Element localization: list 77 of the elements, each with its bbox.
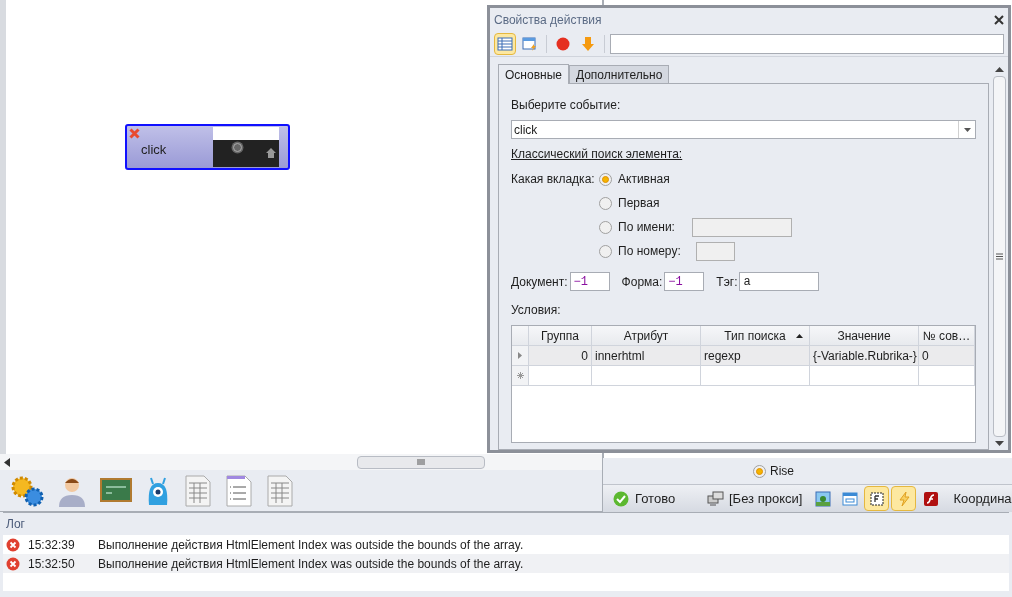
dialog-title: Свойства действия — [494, 11, 602, 29]
table-document-icon[interactable] — [266, 474, 294, 507]
table-cell: regexp — [701, 346, 810, 365]
window-lightning-icon — [522, 35, 538, 52]
row-pointer-icon — [518, 352, 522, 359]
status-toggle[interactable] — [891, 486, 917, 511]
node-label: click — [141, 141, 167, 159]
table-cell: 0 — [919, 346, 975, 365]
arrow-down-icon — [580, 35, 596, 52]
radio-button[interactable] — [599, 244, 612, 258]
tab[interactable]: Дополнительно — [568, 65, 670, 83]
toolbar-input-field[interactable] — [610, 33, 1004, 54]
close-icon[interactable] — [994, 14, 1004, 25]
asterisk-icon — [516, 372, 524, 379]
check-icon — [613, 490, 629, 507]
home-icon — [265, 147, 277, 159]
radio-button[interactable] — [599, 196, 612, 210]
column-header[interactable]: Тип поиска — [701, 326, 810, 345]
column-header[interactable]: Значение — [810, 326, 919, 345]
window-icon — [841, 490, 858, 507]
scroll-down-arrow-icon[interactable] — [995, 441, 1004, 446]
radio-label: Первая — [618, 195, 660, 212]
radio-button[interactable] — [599, 220, 612, 234]
error-icon — [6, 556, 20, 571]
record-icon — [555, 35, 571, 52]
section-title: Классический поиск элемента: — [511, 146, 684, 163]
list-document-icon[interactable] — [225, 474, 253, 507]
radio-button[interactable] — [753, 464, 766, 478]
table-icon — [497, 35, 513, 52]
caret-icon — [963, 127, 971, 132]
log-message: Выполнение действия HtmlElement Index was outside the bounds of the array. — [98, 536, 524, 554]
field-label: Форма: — [621, 273, 663, 291]
column-header[interactable]: Группа — [529, 326, 592, 345]
field-label: Выберите событие: — [511, 97, 622, 114]
radio-label: Активная — [618, 171, 670, 188]
picture-icon — [814, 490, 831, 507]
proxy-status: [Без прокси] — [729, 489, 803, 508]
grip-icon — [417, 459, 425, 465]
table-cell: innerhtml — [592, 346, 701, 365]
status-toggle[interactable] — [864, 486, 890, 511]
log-title: Лог — [6, 516, 25, 533]
field-label: Какая вкладка: — [511, 171, 596, 188]
coordinates-label: Координа — [953, 489, 1012, 508]
action-node[interactable]: click — [125, 124, 290, 170]
input-field[interactable]: −1 — [664, 272, 705, 291]
tab[interactable]: Основные — [498, 64, 569, 84]
status-text: Готово — [635, 489, 677, 508]
radio-label: Rise — [770, 463, 794, 480]
circle-logo-icon — [231, 141, 244, 154]
column-header[interactable]: Атрибут — [592, 326, 701, 345]
scroll-left-arrow-icon[interactable] — [4, 457, 10, 467]
radio-label: По номеру: — [618, 243, 682, 260]
table-document-icon[interactable] — [184, 474, 212, 507]
log-time: 15:32:50 — [28, 555, 76, 573]
computers-icon — [707, 490, 725, 507]
column-header[interactable]: № сов… — [919, 326, 975, 345]
flash-player-icon — [922, 490, 939, 507]
grip-icon — [996, 253, 1003, 260]
radio-button[interactable] — [599, 172, 612, 186]
input-field[interactable]: −1 — [569, 272, 610, 291]
field-label: Условия: — [511, 302, 562, 319]
chalkboard-icon[interactable] — [100, 476, 132, 505]
toolbar-button[interactable] — [494, 32, 516, 55]
radio-label: По имени: — [618, 219, 676, 236]
horizontal-scrollbar[interactable] — [0, 454, 602, 470]
log-message: Выполнение действия HtmlElement Index was outside the bounds of the array. — [98, 555, 524, 573]
log-time: 15:32:39 — [28, 536, 76, 554]
frame-icon — [868, 490, 885, 507]
gears-icon[interactable] — [10, 474, 44, 507]
scroll-up-arrow-icon[interactable] — [995, 67, 1004, 72]
input-field[interactable]: a — [739, 272, 820, 291]
table-cell: {-Variable.Rubrika-} — [810, 346, 919, 365]
field-label: Тэг: — [716, 273, 738, 291]
table-cell: 0 — [529, 346, 592, 365]
table-row[interactable]: 0 innerhtml regexp {-Variable.Rubrika-} 0 — [512, 346, 975, 366]
event-dropdown[interactable]: click — [511, 120, 976, 139]
field-label: Документ: — [511, 273, 568, 291]
